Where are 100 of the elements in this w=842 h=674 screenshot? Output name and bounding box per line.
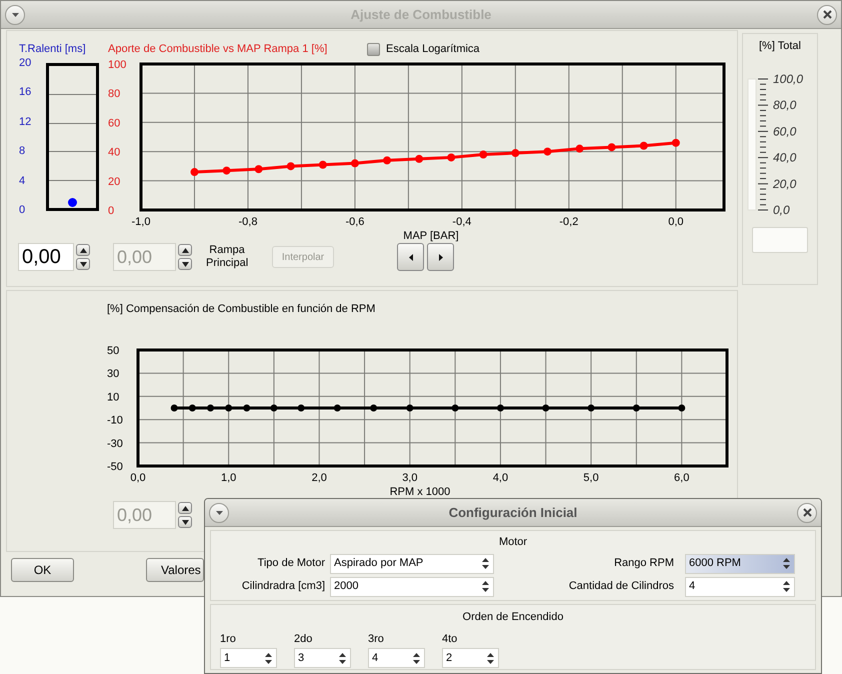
axis-title: MAP [BAR]	[403, 230, 459, 242]
axis-title: RPM x 1000	[390, 486, 450, 498]
defaults-button[interactable]: Valores	[146, 558, 204, 582]
down-triangle-icon	[80, 262, 86, 266]
spin-arrows-icon	[265, 652, 272, 664]
increment-button[interactable]	[178, 502, 192, 514]
tick-label: 3,0	[402, 472, 418, 484]
spin-field[interactable]: 4	[685, 576, 795, 596]
field-value: 3	[298, 650, 306, 666]
previous-button[interactable]	[397, 243, 424, 271]
data-point	[207, 404, 214, 412]
tick-label: 1,0	[220, 472, 236, 484]
field-value: 4	[689, 579, 696, 594]
spin-arrows-icon	[482, 581, 489, 592]
spin-field[interactable]: Aspirado por MAP	[330, 554, 494, 574]
field-value: 4	[372, 650, 380, 666]
data-point	[672, 138, 680, 147]
tick-label: -10	[107, 414, 123, 427]
chart-title: [%] Compensación de Combustible en función de RPM	[107, 302, 376, 315]
menu-button[interactable]	[209, 502, 229, 522]
tick-label: 10	[107, 391, 120, 404]
caret-icon	[12, 12, 18, 16]
data-point	[254, 165, 263, 174]
close-icon	[822, 10, 832, 19]
tick-label: 16	[19, 87, 32, 98]
decrement-button[interactable]	[76, 258, 90, 270]
tick-label: 80	[108, 88, 120, 100]
data-point	[270, 404, 278, 412]
tick-label: 0,0	[668, 216, 684, 228]
tick-label: 40,0	[773, 150, 796, 164]
group-title: Motor	[498, 535, 528, 550]
tick-label: 2,0	[312, 472, 327, 484]
meter-title: T.Ralenti [ms]	[19, 42, 87, 57]
spin-field[interactable]: 3	[294, 648, 351, 668]
tick-label: -0,2	[559, 216, 578, 228]
next-button[interactable]	[427, 243, 454, 271]
tick-label: 0	[108, 205, 114, 217]
tick-label: 12	[19, 116, 32, 128]
tick-label: 30	[107, 368, 120, 380]
right-triangle-icon	[438, 254, 442, 260]
left-triangle-icon	[408, 254, 412, 260]
spin-arrows-icon	[487, 652, 494, 664]
spin-field[interactable]: 4	[368, 648, 425, 668]
increment-button[interactable]	[178, 244, 192, 256]
ramp-label: Rampa Principal	[206, 244, 248, 270]
spin-field[interactable]: 2000	[330, 576, 494, 596]
data-point	[608, 143, 616, 152]
close-button[interactable]	[817, 4, 837, 24]
data-point	[298, 404, 305, 412]
spin-arrows-icon	[413, 652, 420, 664]
up-triangle-icon	[182, 506, 188, 510]
number-field[interactable]: 0,00	[18, 243, 74, 271]
spin-arrows-icon	[339, 652, 346, 664]
tick-label: -1,0	[132, 216, 150, 228]
dialog-title: Configuración Inicial	[448, 504, 578, 522]
tick-label: 60	[108, 117, 120, 130]
spin-arrows-icon	[482, 558, 489, 569]
ok-button[interactable]: OK	[11, 558, 74, 582]
increment-button[interactable]	[76, 244, 90, 256]
tick-label: 6,0	[674, 472, 690, 484]
up-triangle-icon	[182, 248, 188, 252]
tick-label: 4,0	[492, 472, 508, 484]
data-point	[383, 156, 392, 164]
data-point	[640, 142, 648, 150]
menu-button[interactable]	[5, 4, 25, 24]
data-point	[334, 404, 341, 412]
spin-field[interactable]: 2	[442, 648, 499, 668]
data-point	[222, 166, 231, 175]
tick-label: 20	[19, 58, 32, 69]
field-label: Tipo de Motor	[256, 556, 325, 572]
field-value: 1	[224, 650, 232, 666]
data-point	[188, 404, 196, 412]
spin-field[interactable]: 6000 RPM	[685, 554, 795, 574]
gauge-title: [%] Total	[759, 39, 801, 54]
tick-label: -50	[107, 461, 123, 473]
tick-label: 20,0	[773, 176, 796, 190]
field-label: 2do	[294, 632, 314, 646]
decrement-button[interactable]	[178, 516, 192, 528]
data-point	[479, 150, 488, 159]
decrement-button[interactable]	[178, 258, 192, 270]
field-value: 2	[446, 650, 454, 666]
tick-label: 5,0	[583, 472, 599, 484]
field-value: Aspirado por MAP	[334, 556, 424, 572]
caret-icon	[216, 510, 222, 514]
spin-field[interactable]: 1	[220, 648, 277, 668]
close-button[interactable]	[797, 502, 817, 522]
data-point	[243, 404, 250, 412]
checkbox-label: Escala Logarítmica	[386, 42, 480, 57]
field-label: Cantidad de Cilindros	[568, 579, 675, 594]
tick-label: -30	[107, 438, 123, 450]
data-point	[632, 404, 640, 412]
data-point	[588, 404, 595, 412]
checkbox[interactable]	[367, 42, 380, 56]
tick-label: 50	[107, 345, 120, 357]
data-point	[170, 404, 178, 412]
tick-label: 0,0	[773, 202, 790, 216]
down-triangle-icon	[182, 262, 188, 266]
chart-title: Aporte de Combustible vs MAP Rampa 1 [%]	[108, 42, 328, 57]
data-point	[544, 148, 552, 156]
tick-label: 4	[19, 176, 26, 187]
